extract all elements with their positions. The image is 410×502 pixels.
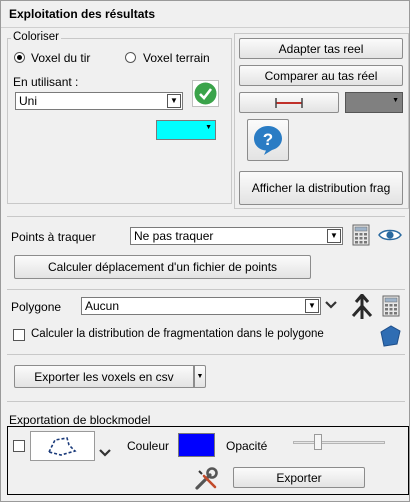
colorize-legend: Coloriser: [11, 31, 62, 43]
wrench-screwdriver-icon: [195, 467, 218, 490]
radio-voxel-terrain-label: Voxel terrain: [143, 51, 210, 65]
blockmodel-checkbox[interactable]: [13, 440, 25, 452]
using-label: En utilisant :: [13, 75, 79, 89]
cyan-color-dropdown[interactable]: ▼: [156, 120, 216, 140]
dashed-polygon-icon: [47, 437, 77, 456]
polygone-expand-button[interactable]: [324, 299, 338, 314]
polygone-distribution-label: Calculer la distribution de fragmentatio…: [31, 328, 324, 340]
divider: [7, 354, 405, 355]
comparer-tas-button[interactable]: Comparer au tas réel: [239, 65, 403, 86]
help-button[interactable]: ?: [247, 119, 289, 161]
eye-icon: [378, 229, 402, 241]
question-bubble-icon: ?: [254, 126, 282, 155]
blockmodel-shape-button[interactable]: [30, 431, 95, 461]
chevron-down-icon: ▼: [327, 229, 341, 243]
check-circle-icon: [194, 82, 217, 105]
blockmodel-shape-expand[interactable]: [98, 447, 112, 462]
blockmodel-color-swatch[interactable]: [178, 433, 215, 457]
points-select-value: Ne pas traquer: [134, 229, 214, 243]
polygone-select-value: Aucun: [85, 299, 120, 313]
using-select[interactable]: Uni ▼: [15, 92, 183, 110]
calculator-icon: [352, 224, 370, 246]
line-style-button[interactable]: [239, 92, 339, 113]
merge-button[interactable]: [350, 292, 374, 323]
polygone-distribution-checkbox[interactable]: [13, 329, 25, 341]
polygon-shape-button[interactable]: [378, 324, 402, 351]
tools-button[interactable]: [194, 467, 220, 494]
eye-button[interactable]: [378, 228, 402, 245]
afficher-distribution-button[interactable]: Afficher la distribution frag: [239, 171, 403, 205]
calculator-icon: [382, 295, 400, 317]
merge-arrow-icon: [351, 292, 373, 319]
adapter-tas-button[interactable]: Adapter tas reel: [239, 38, 403, 59]
radio-voxel-terrain[interactable]: [125, 52, 136, 63]
chevron-down-icon: [99, 449, 111, 457]
exporter-button[interactable]: Exporter: [233, 467, 365, 488]
opacity-slider-thumb[interactable]: [314, 434, 322, 450]
points-label: Points à traquer: [11, 230, 96, 244]
blockmodel-color-label: Couleur: [127, 439, 170, 453]
points-select[interactable]: Ne pas traquer ▼: [130, 227, 343, 245]
chevron-down-icon: ▼: [392, 97, 399, 104]
chevron-down-icon: ▼: [305, 299, 319, 313]
results-panel: Exploitation des résultats Coloriser Vox…: [0, 0, 410, 502]
chevron-down-icon: ▼: [167, 94, 181, 108]
divider: [7, 216, 405, 217]
blue-swatch: [179, 434, 214, 456]
line-color-dropdown[interactable]: ▼: [345, 92, 403, 113]
radio-voxel-tir-label: Voxel du tir: [31, 51, 91, 65]
calculer-deplacement-button[interactable]: Calculer déplacement d'un fichier de poi…: [14, 255, 311, 279]
ok-icon-frame: [192, 80, 219, 107]
opacity-slider-track[interactable]: [293, 441, 385, 444]
blockmodel-legend: Exportation de blockmodel: [9, 413, 151, 427]
polygon-icon: [380, 325, 401, 347]
title-divider: [1, 27, 409, 28]
polygone-select[interactable]: Aucun ▼: [81, 297, 321, 315]
blockmodel-opacity-label: Opacité: [226, 439, 268, 453]
chevron-down-icon: [325, 301, 337, 309]
svg-text:?: ?: [263, 130, 273, 149]
line-measure-icon: [275, 97, 303, 108]
exporter-voxels-button[interactable]: Exporter les voxels en csv: [14, 365, 194, 388]
using-select-value: Uni: [19, 94, 38, 108]
chevron-down-icon: ▼: [196, 373, 204, 380]
exporter-voxels-dropdown[interactable]: ▼: [194, 365, 206, 388]
divider: [7, 401, 405, 402]
polygon-calculator-button[interactable]: [382, 295, 400, 320]
panel-title: Exploitation des résultats: [9, 7, 156, 21]
polygone-label: Polygone: [11, 300, 62, 314]
radio-voxel-tir[interactable]: [14, 52, 25, 63]
divider: [7, 289, 405, 290]
calculator-button[interactable]: [352, 224, 370, 249]
chevron-down-icon: ▼: [205, 124, 212, 131]
